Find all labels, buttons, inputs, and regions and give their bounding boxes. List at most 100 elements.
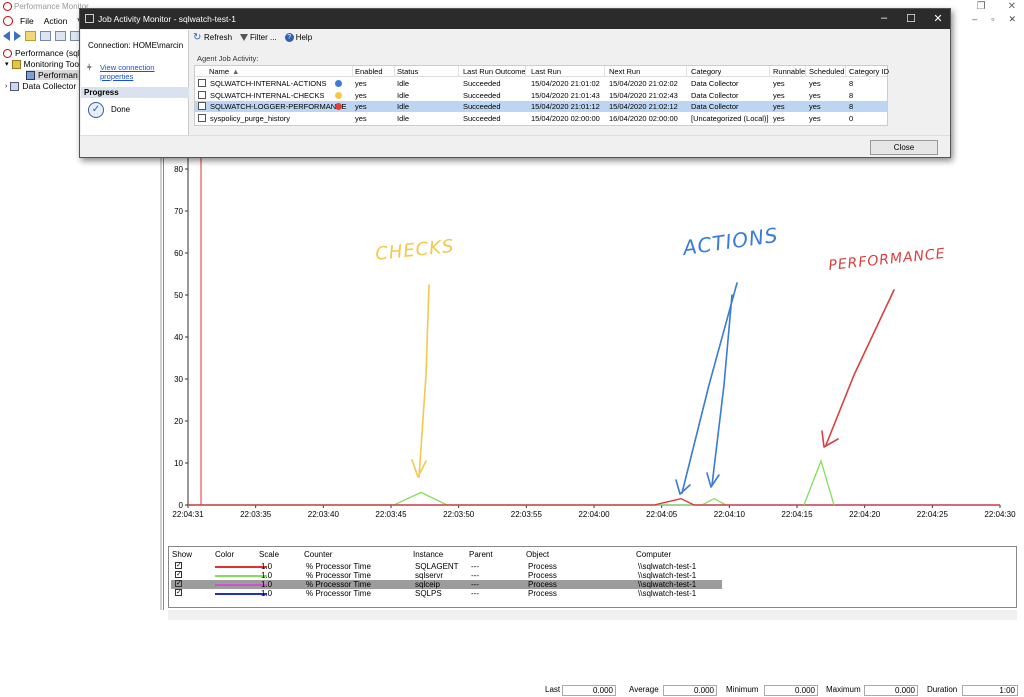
- tree-item-label: Performan: [38, 70, 78, 80]
- legend-cell-parent: ---: [471, 589, 479, 598]
- col-status[interactable]: Status: [397, 67, 418, 76]
- job-row[interactable]: SQLWATCH-INTERNAL-CHECKS yes Idle Succeeded…: [195, 90, 887, 101]
- legend-row[interactable]: ✓ 1.0 % Processor Time SQLAGENT --- Process \\…: [171, 562, 722, 571]
- legend-row[interactable]: ✓ 1.0 % Processor Time SQLPS --- Process \\sql…: [171, 589, 722, 598]
- job-cell-outcome: Succeeded: [463, 102, 501, 111]
- filter-icon: [240, 33, 249, 41]
- folder-icon[interactable]: [25, 30, 36, 41]
- help-label: Help: [295, 32, 313, 42]
- horizontal-scrollbar[interactable]: [168, 610, 1017, 620]
- legend-col-instance[interactable]: Instance: [413, 550, 443, 559]
- legend-cell-counter: % Processor Time: [306, 589, 371, 598]
- job-cell-status: Idle: [397, 90, 410, 100]
- console-icon[interactable]: [40, 30, 51, 41]
- mdi-minimize-icon[interactable]: –: [972, 14, 977, 25]
- back-icon[interactable]: [3, 30, 10, 41]
- job-cell-scheduled: yes: [809, 79, 821, 88]
- maximize-icon[interactable]: ☐: [904, 12, 918, 25]
- col-separator[interactable]: [845, 66, 846, 77]
- job-row[interactable]: SQLWATCH-INTERNAL-ACTIONS yes Idle Succeede…: [195, 78, 887, 89]
- collapse-arrow-icon[interactable]: ▾: [5, 60, 9, 68]
- job-row[interactable]: SQLWATCH-LOGGER-PERFORMANCE yes Idle Succee…: [195, 101, 887, 112]
- col-last-run-outcome[interactable]: Last Run Outcome: [463, 67, 526, 76]
- legend-row[interactable]: ✓ 1.0 % Processor Time sqlceip --- Process \\s…: [171, 580, 722, 589]
- y-tick-label: 40: [174, 333, 183, 342]
- col-separator[interactable]: [394, 66, 395, 77]
- col-name[interactable]: Name: [209, 67, 229, 76]
- legend-col-scale[interactable]: Scale: [259, 550, 279, 559]
- properties-icon[interactable]: [55, 30, 66, 41]
- x-tick-label: 22:04:25: [917, 510, 949, 519]
- filter-button[interactable]: Filter ...: [240, 33, 277, 42]
- tree-item-performance[interactable]: Performance (sqlwa: [3, 48, 91, 58]
- legend-col-parent[interactable]: Parent: [469, 550, 493, 559]
- show-checkbox[interactable]: ✓: [175, 580, 182, 587]
- tree-item-performance-monitor[interactable]: Performan: [26, 70, 82, 80]
- col-scheduled[interactable]: Scheduled: [809, 67, 844, 76]
- color-swatch: [215, 584, 267, 586]
- col-category-id[interactable]: Category ID: [849, 67, 889, 76]
- mdi-restore-icon[interactable]: ▫: [991, 14, 994, 25]
- job-name: syspolicy_purge_history: [210, 113, 291, 123]
- job-cell-enabled: yes: [355, 79, 367, 88]
- x-tick-label: 22:04:31: [172, 510, 204, 519]
- col-separator[interactable]: [604, 66, 605, 77]
- y-tick-label: 20: [174, 417, 183, 426]
- view-connection-properties-link[interactable]: View connection properties: [100, 63, 188, 81]
- series-sqlservr-spike: [803, 458, 835, 506]
- col-separator[interactable]: [525, 66, 526, 77]
- legend-cell-counter: % Processor Time: [306, 580, 371, 589]
- job-cell-next-run: 15/04/2020 21:02:12: [609, 102, 678, 111]
- close-icon[interactable]: ✕: [1008, 1, 1016, 12]
- tree-item-label: Monitoring Tool: [23, 59, 82, 69]
- tree-item-monitoring-tools[interactable]: ▾ Monitoring Tool: [5, 59, 81, 69]
- col-runnable[interactable]: Runnable: [773, 67, 805, 76]
- job-icon: [198, 113, 206, 122]
- close-button[interactable]: Close: [870, 140, 938, 155]
- col-last-run[interactable]: Last Run: [531, 67, 561, 76]
- legend-cell-object: Process: [528, 589, 557, 598]
- legend-cell-parent: ---: [471, 571, 479, 580]
- legend-cell-object: Process: [528, 562, 557, 571]
- duration-label: Duration: [927, 685, 958, 694]
- col-separator[interactable]: [805, 66, 806, 77]
- col-separator[interactable]: [686, 66, 687, 77]
- close-icon[interactable]: ✕: [931, 12, 945, 25]
- show-checkbox[interactable]: ✓: [175, 589, 182, 596]
- restore-icon[interactable]: ❐: [977, 1, 986, 12]
- refresh-button[interactable]: ↻ Refresh: [193, 32, 232, 42]
- help-button[interactable]: ? Help: [284, 32, 313, 42]
- job-cell-runnable: yes: [773, 79, 785, 88]
- x-tick-label: 22:04:05: [646, 510, 678, 519]
- y-tick-label: 0: [179, 501, 184, 510]
- col-enabled[interactable]: Enabled: [355, 67, 383, 76]
- job-cell-last-run: 15/04/2020 21:01:43: [531, 90, 600, 100]
- col-next-run[interactable]: Next Run: [609, 67, 640, 76]
- perfmon-title: Performance Monitor: [14, 2, 89, 11]
- minimize-icon[interactable]: –: [877, 12, 891, 24]
- legend-col-color[interactable]: Color: [215, 550, 234, 559]
- job-row[interactable]: syspolicy_purge_history yes Idle Succeeded 1…: [195, 113, 887, 124]
- show-checkbox[interactable]: ✓: [175, 562, 182, 569]
- pane-splitter[interactable]: [160, 140, 162, 610]
- legend-col-counter[interactable]: Counter: [304, 550, 332, 559]
- legend-col-computer[interactable]: Computer: [636, 550, 671, 559]
- show-checkbox[interactable]: ✓: [175, 571, 182, 578]
- tree-item-data-collector-sets[interactable]: › Data Collector S: [5, 81, 84, 91]
- mdi-close-icon[interactable]: ✕: [1008, 14, 1016, 25]
- col-category[interactable]: Category: [691, 67, 721, 76]
- menu-action[interactable]: Action: [39, 16, 73, 26]
- forward-icon[interactable]: [14, 30, 21, 41]
- legend-col-show[interactable]: Show: [172, 550, 192, 559]
- progress-status: Done: [111, 105, 131, 114]
- expand-arrow-icon[interactable]: ›: [5, 83, 7, 90]
- col-separator[interactable]: [352, 66, 353, 77]
- legend-col-object[interactable]: Object: [526, 550, 549, 559]
- legend-row[interactable]: ✓ 1.0 % Processor Time sqlservr --- Process \\…: [171, 571, 722, 580]
- col-separator[interactable]: [769, 66, 770, 77]
- col-separator[interactable]: [458, 66, 459, 77]
- performance-arrow: [825, 289, 895, 446]
- menu-file[interactable]: File: [15, 16, 39, 26]
- x-tick-label: 22:03:45: [375, 510, 407, 519]
- legend-cell-instance: SQLAGENT: [415, 562, 459, 571]
